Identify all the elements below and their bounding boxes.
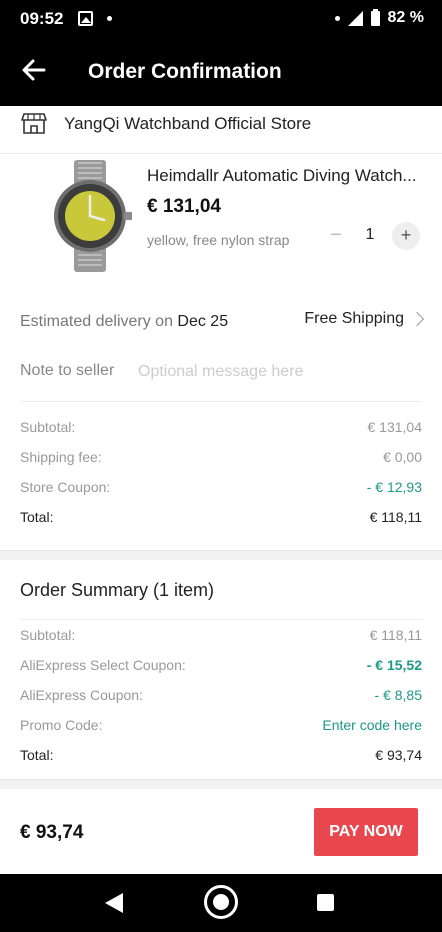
enter-promo-code-link[interactable]: Enter code here xyxy=(322,717,422,733)
delivery-label: Estimated delivery on xyxy=(20,313,178,330)
select-coupon-row[interactable]: AliExpress Select Coupon: - € 15,52 xyxy=(20,657,422,677)
notification-dot-icon xyxy=(334,15,340,21)
back-arrow-icon[interactable] xyxy=(18,54,50,86)
shipping-option[interactable]: Free Shipping xyxy=(304,310,425,328)
status-bar: 09:52 82 % xyxy=(0,0,442,38)
estimated-delivery: Estimated delivery on Dec 25 xyxy=(20,313,228,331)
note-to-seller: Note to seller xyxy=(20,346,422,402)
summary-label: Subtotal: xyxy=(20,627,76,643)
aliexpress-coupon-row[interactable]: AliExpress Coupon: - € 8,85 xyxy=(20,687,422,707)
store-row[interactable]: YangQi Watchband Official Store xyxy=(0,106,442,154)
summary-value: € 93,74 xyxy=(375,747,422,763)
section-divider xyxy=(0,779,442,789)
status-right: 82 % xyxy=(334,8,424,27)
status-time: 09:52 xyxy=(20,9,64,28)
summary-label: Total: xyxy=(20,509,54,525)
summary-value: € 118,11 xyxy=(369,627,422,643)
note-label: Note to seller xyxy=(20,362,115,379)
chevron-right-icon xyxy=(409,311,425,327)
checkout-bar: € 93,74 PAY NOW xyxy=(0,790,442,874)
delivery-row: Estimated delivery on Dec 25 Free Shippi… xyxy=(0,300,442,344)
order-summary-title: Order Summary (1 item) xyxy=(20,580,215,600)
store-subtotal-row: Subtotal: € 131,04 xyxy=(20,419,422,439)
notification-dot-icon xyxy=(107,16,112,21)
notification-icons xyxy=(78,11,112,26)
summary-label: Promo Code: xyxy=(20,717,103,733)
summary-value: € 0,00 xyxy=(383,449,422,465)
summary-label: Subtotal: xyxy=(20,419,76,435)
shipping-label[interactable]: Free Shipping xyxy=(304,310,404,328)
battery-icon xyxy=(370,8,380,26)
pay-now-button[interactable]: PAY NOW xyxy=(314,808,418,856)
promo-code-row: Promo Code: Enter code here xyxy=(20,717,422,737)
summary-subtotal-row: Subtotal: € 118,11 xyxy=(20,627,422,647)
quantity-increase-button[interactable]: + xyxy=(392,222,420,250)
summary-label: Shipping fee: xyxy=(20,449,102,465)
summary-value: € 131,04 xyxy=(367,419,423,435)
summary-value: € 118,11 xyxy=(369,509,422,525)
summary-value: - € 12,93 xyxy=(366,479,422,495)
nav-home-icon[interactable] xyxy=(204,885,238,919)
summary-label: Total: xyxy=(20,747,54,763)
image-icon xyxy=(78,11,93,26)
quantity-value: 1 xyxy=(365,226,375,243)
battery-percent: 82 % xyxy=(387,9,424,26)
signal-icon xyxy=(347,10,363,26)
product-item: Heimdallr Automatic Diving Watch... € 13… xyxy=(0,154,442,284)
nav-recents-icon[interactable] xyxy=(317,894,334,911)
app-bar: Order Confirmation xyxy=(0,38,442,106)
product-image[interactable] xyxy=(38,160,142,272)
store-name[interactable]: YangQi Watchband Official Store xyxy=(64,114,311,134)
delivery-date: Dec 25 xyxy=(177,313,229,330)
product-title[interactable]: Heimdallr Automatic Diving Watch... xyxy=(147,166,422,186)
page-title: Order Confirmation xyxy=(88,60,282,83)
summary-label: AliExpress Coupon: xyxy=(20,687,143,703)
section-divider xyxy=(0,550,442,560)
store-shipping-row: Shipping fee: € 0,00 xyxy=(20,449,422,469)
grand-total: € 93,74 xyxy=(20,822,84,843)
product-variant[interactable]: yellow, free nylon strap xyxy=(147,232,289,248)
note-input[interactable] xyxy=(138,356,418,388)
summary-value: - € 8,85 xyxy=(374,687,422,703)
summary-label: Store Coupon: xyxy=(20,479,111,495)
divider xyxy=(20,619,422,620)
quantity-stepper: − 1 + xyxy=(322,222,422,250)
summary-label: AliExpress Select Coupon: xyxy=(20,657,186,673)
summary-value: - € 15,52 xyxy=(366,657,422,673)
nav-back-icon[interactable] xyxy=(105,893,123,913)
product-price: € 131,04 xyxy=(147,196,221,217)
system-nav-bar xyxy=(0,874,442,932)
summary-total-row: Total: € 93,74 xyxy=(20,747,422,767)
store-icon xyxy=(21,113,47,134)
quantity-decrease-button[interactable]: − xyxy=(324,222,348,250)
store-coupon-row: Store Coupon: - € 12,93 xyxy=(20,479,422,499)
store-total-row: Total: € 118,11 xyxy=(20,509,422,529)
